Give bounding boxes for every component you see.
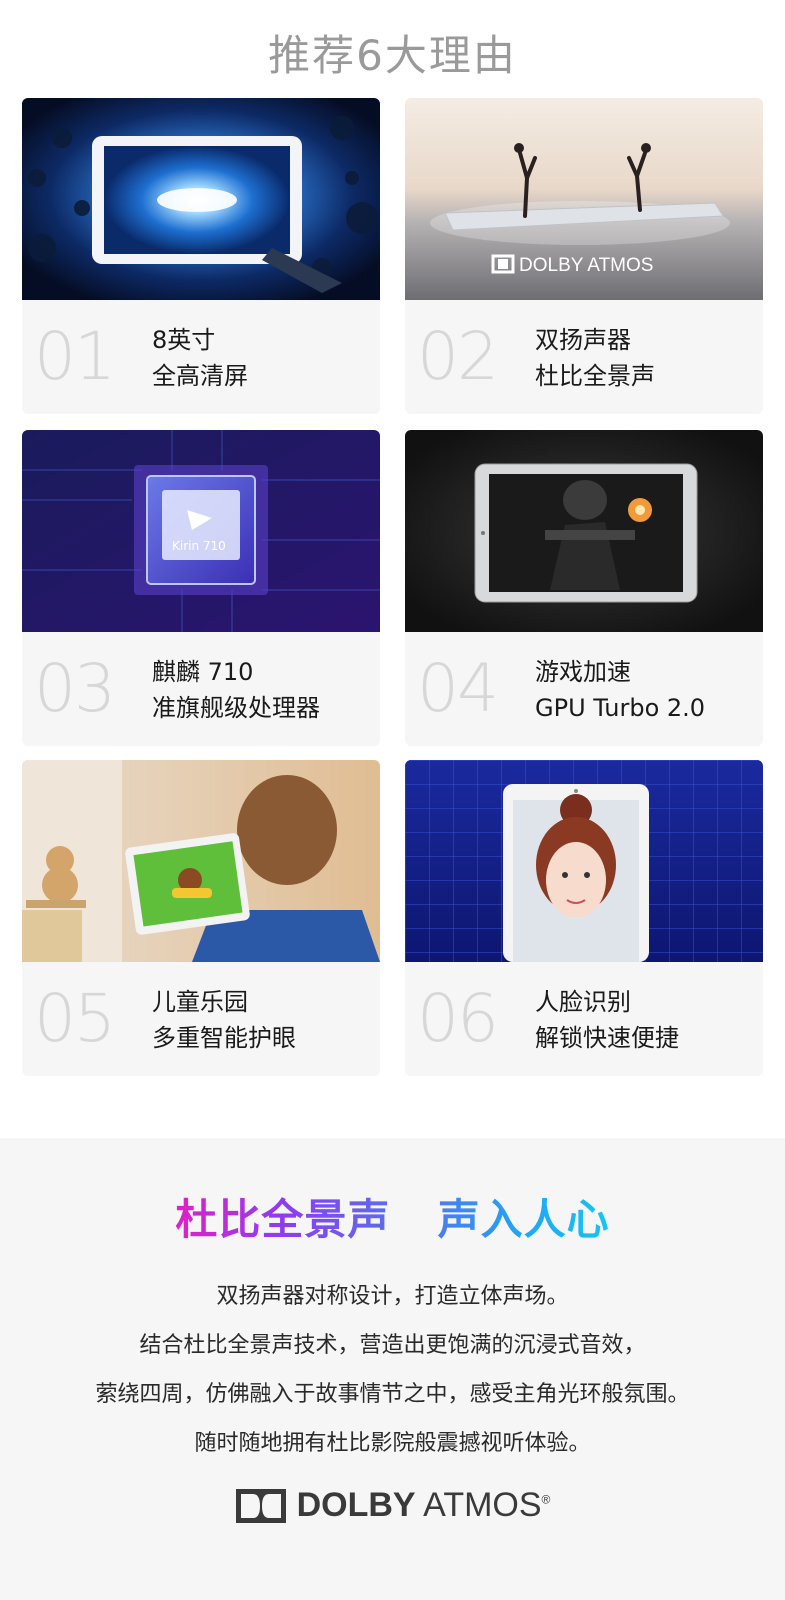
card-title-line1: 双扬声器 xyxy=(535,326,631,354)
dolby-logo-bold: DOLBY xyxy=(296,1486,416,1524)
card-number: 02 xyxy=(417,318,499,395)
dolby-logo-text-in-image: DOLBY ATMOS xyxy=(519,255,653,276)
chip-label-text: Kirin 710 xyxy=(172,539,226,553)
card-title-line2: 全高清屏 xyxy=(152,362,248,390)
card-number: 05 xyxy=(34,980,116,1057)
card-title-line2: 准旗舰级处理器 xyxy=(152,694,320,722)
card-number: 04 xyxy=(417,650,499,727)
description-line: 萦绕四周，仿佛融入于故事情节之中，感受主角光环般氛围。 xyxy=(95,1382,690,1407)
description-line: 随时随地拥有杜比影院般震撼视听体验。 xyxy=(194,1431,591,1456)
dolby-headline: 杜比全景声 声入人心 xyxy=(0,1186,785,1247)
dolby-atmos-logo: DOLBY ATMOS® xyxy=(0,1486,785,1525)
card-title-line1: 8英寸 xyxy=(152,326,216,354)
card-title-line2: 多重智能护眼 xyxy=(152,1024,296,1052)
dolby-logo-light: ATMOS xyxy=(423,1486,542,1524)
dolby-section: 杜比全景声 声入人心 双扬声器对称设计，打造立体声场。 结合杜比全景声技术，营造… xyxy=(0,1138,785,1600)
card-number: 06 xyxy=(417,980,499,1057)
tablet-dancers-dolby-image: DOLBY ATMOS xyxy=(405,98,763,300)
card-title-line2: 杜比全景声 xyxy=(535,362,655,390)
tablet-face-recognition-image xyxy=(405,760,763,962)
dolby-double-d-icon xyxy=(235,1488,286,1523)
registered-mark: ® xyxy=(541,1492,551,1507)
card-title-line2: GPU Turbo 2.0 xyxy=(535,694,706,722)
kirin-chip-image: Kirin 710 xyxy=(22,430,380,632)
dolby-description: 双扬声器对称设计，打造立体声场。 结合杜比全景声技术，营造出更饱满的沉浸式音效，… xyxy=(0,1272,785,1468)
feature-card-04[interactable]: 04 游戏加速 GPU Turbo 2.0 xyxy=(405,430,763,746)
page-title: 推荐6大理由 xyxy=(268,31,517,80)
card-number: 03 xyxy=(34,650,116,727)
feature-card-01[interactable]: 01 8英寸 全高清屏 xyxy=(22,98,380,414)
headline-part1: 杜比全景声 xyxy=(175,1195,391,1244)
tablet-space-explosion-image xyxy=(22,98,380,300)
card-title-line1: 儿童乐园 xyxy=(152,988,248,1016)
feature-card-03[interactable]: Kirin 710 03 麒麟 710 准旗舰级处理器 xyxy=(22,430,380,746)
card-title-line1: 人脸识别 xyxy=(535,988,631,1016)
feature-card-05[interactable]: 05 儿童乐园 多重智能护眼 xyxy=(22,760,380,1076)
card-title-line2: 解锁快速便捷 xyxy=(535,1024,679,1052)
tablet-game-soldier-image xyxy=(405,430,763,632)
feature-card-06[interactable]: 06 人脸识别 解锁快速便捷 xyxy=(405,760,763,1076)
child-with-tablet-image xyxy=(22,760,380,962)
description-line: 结合杜比全景声技术，营造出更饱满的沉浸式音效， xyxy=(139,1333,646,1358)
feature-card-02[interactable]: DOLBY ATMOS 02 双扬声器 杜比全景声 xyxy=(405,98,763,414)
card-number: 01 xyxy=(34,318,116,395)
description-line: 双扬声器对称设计，打造立体声场。 xyxy=(216,1284,569,1309)
headline-part2: 声入人心 xyxy=(437,1195,610,1244)
card-title-line1: 游戏加速 xyxy=(535,658,631,686)
card-title-line1: 麒麟 710 xyxy=(152,658,254,686)
